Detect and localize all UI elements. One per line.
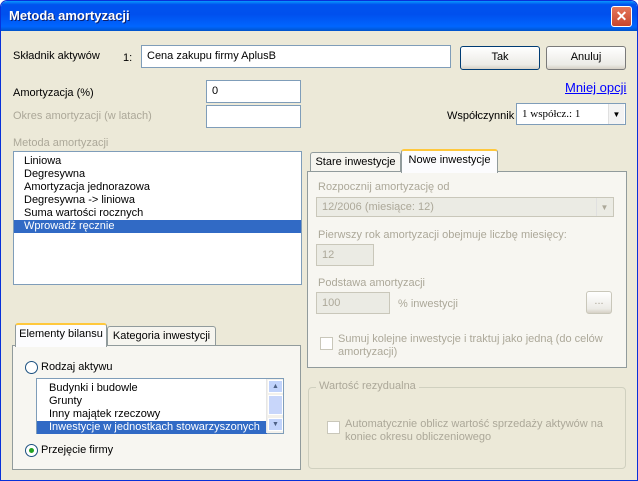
- less-options-link[interactable]: Mniej opcji: [565, 80, 626, 95]
- cancel-button[interactable]: Anuluj: [546, 46, 626, 70]
- chevron-up-icon[interactable]: ▲: [268, 380, 283, 393]
- wspolczynnik-label: Współczynnik: [447, 110, 515, 122]
- list-item[interactable]: Budynki i budowle: [37, 382, 283, 395]
- rodzaj-radio[interactable]: [25, 361, 38, 374]
- list-item[interactable]: Liniowa: [14, 155, 301, 168]
- metoda-label: Metoda amortyzacji: [13, 137, 109, 149]
- radio-dot: [29, 448, 34, 453]
- nowe-inwestycje-panel: Rozpocznij amortyzację od 12/2006 (miesi…: [307, 171, 627, 368]
- metoda-listbox[interactable]: Liniowa Degresywna Amortyzacja jednorazo…: [13, 151, 302, 285]
- base-label: Podstawa amortyzacji: [318, 277, 425, 289]
- elementy-bilansu-panel: Rodzaj aktywu Budynki i budowle Grunty I…: [12, 345, 301, 470]
- przejecie-label: Przejęcie firmy: [41, 444, 114, 456]
- list-item-selected[interactable]: Wprowadź ręcznie: [14, 220, 301, 233]
- list-item[interactable]: Degresywna: [14, 168, 301, 181]
- sum-label-2: amortyzacji): [338, 346, 398, 358]
- okres-input[interactable]: [206, 105, 301, 128]
- przejecie-radio[interactable]: [25, 444, 38, 457]
- tab-stare-inwestycje[interactable]: Stare inwestycje: [310, 152, 401, 172]
- base-unit: % inwestycji: [398, 298, 458, 310]
- tab-elementy-bilansu[interactable]: Elementy bilansu: [15, 323, 107, 347]
- dialog-window: Metoda amortyzacji ✕ Składnik aktywów 1:…: [0, 0, 638, 481]
- skladnik-label: Składnik aktywów: [13, 50, 100, 62]
- list-item[interactable]: Degresywna -> liniowa: [14, 194, 301, 207]
- scrollbar[interactable]: ▲ ▼: [266, 379, 283, 433]
- chevron-down-icon[interactable]: ▼: [268, 418, 283, 431]
- list-item[interactable]: Amortyzacja jednorazowa: [14, 181, 301, 194]
- tab-kategoria-inwestycji[interactable]: Kategoria inwestycji: [107, 326, 216, 346]
- list-item[interactable]: Inny majątek rzeczowy: [37, 408, 283, 421]
- amortyzacja-label: Amortyzacja (%): [13, 87, 94, 99]
- wspolczynnik-value: 1 współcz.: 1: [522, 108, 581, 120]
- residual-legend: Wartość rezydualna: [316, 380, 419, 392]
- sum-checkbox[interactable]: [320, 337, 333, 350]
- amortyzacja-input[interactable]: 0: [206, 80, 301, 103]
- ellipsis-button[interactable]: ...: [586, 291, 612, 314]
- scrollbar-thumb[interactable]: [268, 395, 283, 415]
- skladnik-input[interactable]: Cena zakupu firmy AplusB: [141, 45, 451, 68]
- chevron-down-icon[interactable]: ▼: [596, 198, 612, 216]
- auto-label-2: koniec okresu obliczeniowego: [345, 431, 492, 443]
- auto-residual-checkbox[interactable]: [327, 421, 340, 434]
- start-value: 12/2006 (miesiące: 12): [322, 201, 434, 213]
- ok-button[interactable]: Tak: [460, 46, 540, 70]
- first-year-label: Pierwszy rok amortyzacji obejmuje liczbę…: [318, 229, 567, 241]
- title-bar: Metoda amortyzacji ✕: [1, 1, 637, 31]
- start-label: Rozpocznij amortyzację od: [318, 181, 450, 193]
- list-item[interactable]: Grunty: [37, 395, 283, 408]
- skladnik-index: 1:: [123, 52, 133, 64]
- rodzaj-label: Rodzaj aktywu: [41, 361, 113, 373]
- list-item-selected[interactable]: Inwestycje w jednostkach stowarzyszonych: [37, 421, 267, 434]
- start-select[interactable]: 12/2006 (miesiące: 12): [316, 197, 614, 217]
- auto-label-1: Automatycznie oblicz wartość sprzedaży a…: [345, 418, 603, 430]
- base-input[interactable]: 100: [316, 292, 390, 314]
- window-title: Metoda amortyzacji: [9, 8, 130, 23]
- chevron-down-icon[interactable]: ▼: [608, 104, 624, 124]
- tab-nowe-inwestycje[interactable]: Nowe inwestycje: [401, 149, 498, 173]
- close-button[interactable]: ✕: [611, 6, 632, 27]
- first-year-input[interactable]: 12: [316, 244, 374, 266]
- bilans-listbox[interactable]: Budynki i budowle Grunty Inny majątek rz…: [36, 378, 284, 434]
- sum-label-1: Sumuj kolejne inwestycje i traktuj jako …: [338, 333, 603, 345]
- list-item[interactable]: Suma wartości rocznych: [14, 207, 301, 220]
- okres-label: Okres amortyzacji (w latach): [13, 110, 152, 122]
